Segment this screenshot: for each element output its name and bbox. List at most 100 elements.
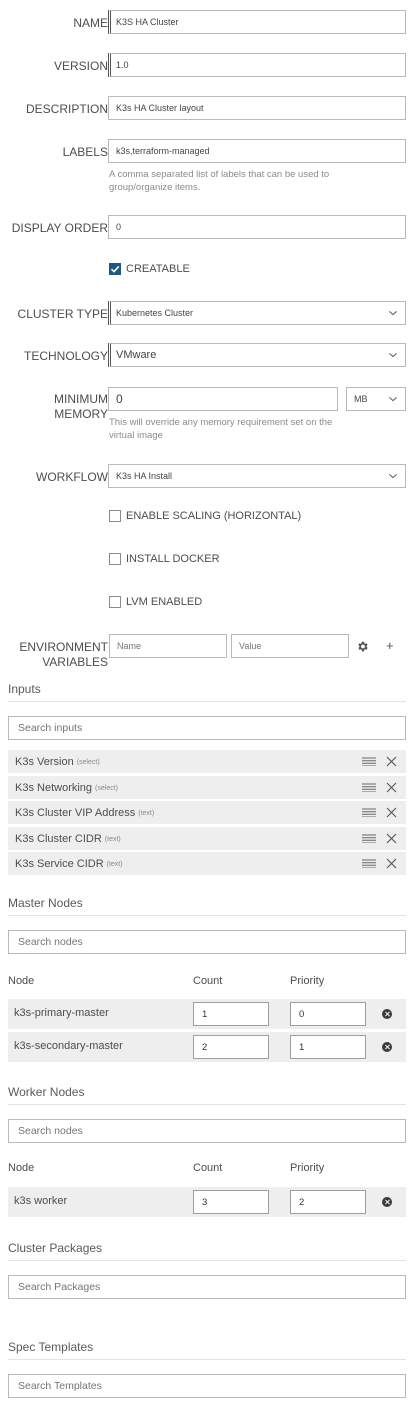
close-icon[interactable] — [386, 782, 397, 793]
node-name: k3s worker — [14, 1195, 68, 1207]
lvm-enabled-checkbox[interactable] — [109, 596, 121, 608]
technology-select[interactable]: VMware — [108, 343, 406, 367]
remove-icon[interactable] — [382, 1009, 392, 1019]
close-icon[interactable] — [386, 756, 397, 767]
environment-variables-label-line2: VARIABLES — [42, 655, 108, 669]
input-name: K3s Service CIDR — [15, 857, 104, 870]
minimum-memory-help-text: This will override any memory requiremen… — [109, 417, 333, 441]
count-input[interactable]: 3 — [193, 1190, 269, 1214]
environment-variables-label-line1: ENVIRONMENT — [19, 640, 108, 654]
cluster-packages-section-title: Cluster Packages — [8, 1241, 406, 1261]
labels-help-text: A comma separated list of labels that ca… — [109, 169, 330, 193]
display-order-label: DISPLAY ORDER — [11, 221, 108, 235]
input-type: (select) — [95, 785, 118, 792]
table-row: k3s-secondary-master 2 1 — [8, 1032, 406, 1062]
input-type: (text) — [138, 810, 155, 817]
memory-unit-value: MB — [354, 394, 368, 404]
count-input[interactable]: 2 — [193, 1035, 269, 1059]
remove-icon[interactable] — [382, 1042, 392, 1052]
master-count-column-header: Count — [193, 975, 223, 987]
workflow-value: K3s HA Install — [116, 471, 173, 481]
input-name: K3s Version — [15, 755, 74, 768]
priority-input[interactable]: 0 — [290, 1002, 366, 1026]
workflow-label: WORKFLOW — [36, 470, 108, 484]
minimum-memory-label: MINIMUM MEMORY — [54, 392, 108, 422]
list-item[interactable]: K3s Service CIDR (text) — [8, 852, 406, 875]
chevron-down-icon — [389, 311, 397, 316]
priority-input[interactable]: 2 — [290, 1190, 366, 1214]
cluster-type-value: Kubernetes Cluster — [116, 308, 194, 318]
drag-handle-icon[interactable] — [362, 859, 376, 868]
count-input[interactable]: 1 — [193, 1002, 269, 1026]
labels-field[interactable]: k3s,terraform-managed — [108, 139, 406, 163]
inputs-section-title: Inputs — [8, 682, 406, 702]
input-name: K3s Networking — [15, 781, 93, 794]
node-name: k3s-primary-master — [14, 1007, 109, 1019]
remove-icon[interactable] — [382, 1197, 392, 1207]
gear-icon[interactable] — [356, 640, 369, 653]
search-packages-input[interactable] — [8, 1275, 406, 1299]
close-icon[interactable] — [386, 858, 397, 869]
worker-count-column-header: Count — [193, 1162, 223, 1174]
input-type: (select) — [76, 759, 100, 766]
worker-node-column-header: Node — [8, 1162, 35, 1174]
minimum-memory-field[interactable]: 0 — [108, 387, 338, 411]
list-item[interactable]: K3s Cluster VIP Address (text) — [8, 801, 406, 824]
drag-handle-icon[interactable] — [362, 757, 376, 766]
input-name: K3s Cluster VIP Address — [15, 806, 136, 819]
minimum-memory-label-line1: MINIMUM — [54, 392, 108, 406]
search-master-nodes-input[interactable] — [8, 930, 406, 954]
chevron-down-icon — [389, 474, 397, 479]
table-row: k3s worker 3 2 — [8, 1187, 406, 1217]
list-item[interactable]: K3s Version (select) — [8, 750, 406, 773]
cluster-type-select[interactable]: Kubernetes Cluster — [108, 301, 406, 325]
master-priority-column-header: Priority — [290, 975, 325, 987]
close-icon[interactable] — [386, 833, 397, 844]
creatable-checkbox[interactable] — [109, 263, 121, 275]
enable-scaling-label: ENABLE SCALING (HORIZONTAL) — [126, 510, 302, 522]
drag-handle-icon[interactable] — [362, 834, 376, 843]
description-field[interactable]: K3s HA Cluster layout — [108, 96, 406, 120]
worker-nodes-section-title: Worker Nodes — [8, 1085, 406, 1105]
input-type: (text) — [106, 861, 123, 868]
enable-scaling-checkbox[interactable] — [109, 510, 121, 522]
search-worker-nodes-input[interactable] — [8, 1119, 406, 1143]
name-field[interactable]: K3S HA Cluster — [108, 10, 406, 34]
version-label: VERSION — [53, 59, 108, 73]
priority-input[interactable]: 1 — [290, 1035, 366, 1059]
display-order-field[interactable]: 0 — [108, 215, 406, 239]
close-icon[interactable] — [386, 807, 397, 818]
install-docker-checkbox[interactable] — [109, 553, 121, 565]
chevron-down-icon — [389, 353, 397, 358]
labels-label: LABELS — [62, 145, 108, 159]
drag-handle-icon[interactable] — [362, 808, 376, 817]
add-env-var-button[interactable]: + — [386, 638, 394, 653]
search-inputs-input[interactable] — [8, 716, 406, 740]
env-var-value-input[interactable] — [231, 634, 349, 658]
list-item[interactable]: K3s Cluster CIDR (text) — [8, 827, 406, 850]
install-docker-label: INSTALL DOCKER — [126, 553, 220, 565]
creatable-label: CREATABLE — [126, 263, 190, 275]
list-item[interactable]: K3s Networking (select) — [8, 776, 406, 799]
table-row: k3s-primary-master 1 0 — [8, 999, 406, 1029]
drag-handle-icon[interactable] — [362, 783, 376, 792]
workflow-select[interactable]: K3s HA Install — [108, 464, 406, 488]
chevron-down-icon — [389, 397, 397, 402]
technology-value: VMware — [116, 349, 157, 361]
version-field[interactable]: 1.0 — [108, 53, 406, 77]
master-nodes-section-title: Master Nodes — [8, 896, 406, 916]
minimum-memory-label-line2: MEMORY — [54, 407, 108, 421]
search-templates-input[interactable] — [8, 1374, 406, 1398]
cluster-type-label: CLUSTER TYPE — [17, 307, 108, 321]
environment-variables-label: ENVIRONMENT VARIABLES — [19, 640, 108, 670]
technology-label: TECHNOLOGY — [23, 349, 108, 363]
lvm-enabled-label: LVM ENABLED — [126, 596, 203, 608]
memory-unit-select[interactable]: MB — [346, 387, 406, 411]
node-name: k3s-secondary-master — [14, 1040, 123, 1052]
description-label: DESCRIPTION — [25, 102, 108, 116]
input-name: K3s Cluster CIDR — [15, 832, 102, 845]
env-var-name-input[interactable] — [109, 634, 227, 658]
name-label: NAME — [73, 16, 108, 30]
spec-templates-section-title: Spec Templates — [8, 1340, 406, 1360]
master-node-column-header: Node — [8, 975, 35, 987]
